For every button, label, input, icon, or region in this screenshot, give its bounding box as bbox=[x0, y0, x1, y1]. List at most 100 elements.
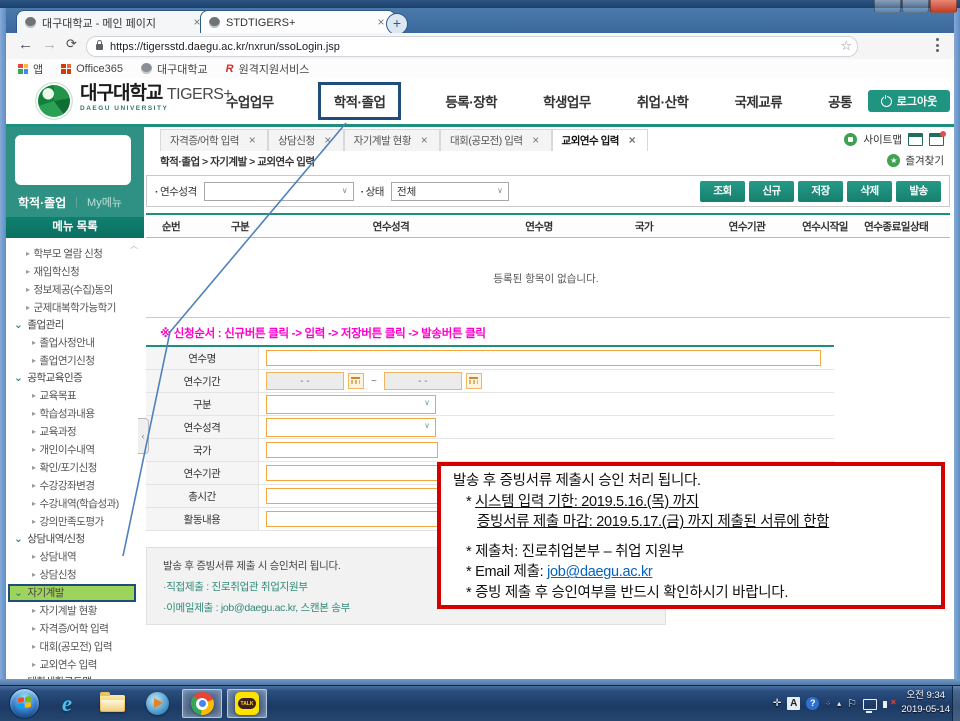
reload-button[interactable]: ⟳ bbox=[66, 36, 77, 52]
sidebar-menu-item[interactable]: 상담내역 bbox=[6, 548, 144, 566]
sidebar-collapse-handle[interactable] bbox=[138, 418, 149, 454]
action-button[interactable]: 조회 bbox=[700, 181, 745, 202]
network-icon[interactable] bbox=[863, 699, 877, 710]
sidebar-menu-item[interactable]: 졸업연기신청 bbox=[6, 352, 144, 370]
sidebar-menu-item[interactable]: 재입학신청 bbox=[6, 263, 144, 281]
file-explorer-icon[interactable] bbox=[92, 689, 132, 718]
sidebar-tab-mymenu[interactable]: My메뉴 bbox=[87, 194, 122, 210]
close-window-button[interactable] bbox=[930, 0, 957, 13]
sidebar-menu-item[interactable]: 개인이수내역 bbox=[6, 441, 144, 459]
category-select[interactable] bbox=[266, 395, 436, 414]
sidebar-menu-item[interactable]: 교육과정 bbox=[6, 423, 144, 441]
training-name-input[interactable] bbox=[266, 350, 821, 366]
workspace-tab[interactable]: 자격증/어학 입력 bbox=[160, 129, 268, 151]
maximize-button[interactable] bbox=[902, 0, 929, 13]
sidebar-menu-item[interactable]: 자기계발 bbox=[8, 584, 136, 602]
sidebar-tab-academic[interactable]: 학적·졸업 bbox=[18, 194, 66, 211]
action-center-flag-icon[interactable]: ⚐ bbox=[847, 697, 857, 710]
favorite-group[interactable]: 즐겨찾기 bbox=[887, 153, 944, 168]
workspace-tab[interactable]: 상담신청 bbox=[268, 129, 344, 151]
bookmark-star-icon[interactable]: ☆ bbox=[840, 38, 852, 54]
status-select[interactable]: 전체 bbox=[391, 182, 509, 201]
sidebar-menu-item[interactable]: 수강강좌변경 bbox=[6, 477, 144, 495]
training-type-form-select[interactable] bbox=[266, 418, 436, 437]
action-button[interactable]: 저장 bbox=[798, 181, 843, 202]
sidebar-menu-item[interactable]: 교육목표 bbox=[6, 387, 144, 405]
logout-button[interactable]: 로그아웃 bbox=[868, 90, 950, 112]
bookmark-daegu-univ[interactable]: 대구대학교 bbox=[141, 61, 208, 77]
sidebar-menu-item[interactable]: 확인/포기신청 bbox=[6, 459, 144, 477]
back-button[interactable]: ← bbox=[18, 36, 33, 53]
close-tab-icon[interactable] bbox=[530, 135, 542, 147]
action-button[interactable]: 발송 bbox=[896, 181, 941, 202]
sidebar-menu-item[interactable]: 대회(공모전) 입력 bbox=[6, 638, 144, 656]
nav-item[interactable]: 공통 bbox=[826, 87, 854, 115]
calendar-icon[interactable] bbox=[348, 373, 364, 389]
tray-overflow-icon[interactable]: ⁘ bbox=[825, 700, 831, 708]
browser-menu-icon[interactable] bbox=[936, 38, 940, 52]
institution-input[interactable] bbox=[266, 465, 438, 481]
volume-muted-icon[interactable] bbox=[883, 698, 896, 709]
sidebar-menu-item[interactable]: 졸업관리 bbox=[6, 317, 144, 334]
sidebar-menu-item[interactable]: 교외연수 입력 bbox=[6, 656, 144, 674]
show-desktop-button[interactable] bbox=[952, 686, 960, 721]
minimize-button[interactable] bbox=[874, 0, 901, 13]
close-tab-icon[interactable] bbox=[246, 135, 258, 147]
sidebar-menu-item[interactable]: 군제대복학가능학기 bbox=[6, 299, 144, 317]
language-indicator-icon[interactable]: ✛ bbox=[773, 698, 781, 709]
show-hidden-icons-icon[interactable]: ▴ bbox=[837, 699, 841, 708]
sidebar-menu-item[interactable]: 자격증/어학 입력 bbox=[6, 620, 144, 638]
close-tab-icon[interactable] bbox=[322, 135, 334, 147]
nav-item[interactable]: 학생업무 bbox=[541, 87, 593, 115]
bookmark-apps[interactable]: 앱 bbox=[18, 61, 43, 77]
sidebar-menu-item[interactable]: 강의만족도평가 bbox=[6, 513, 144, 531]
nav-item[interactable]: 등록·장학 bbox=[443, 87, 499, 115]
media-player-icon[interactable] bbox=[137, 689, 177, 718]
workspace-tab[interactable]: 자기계발 현황 bbox=[344, 129, 440, 151]
browser-tab-daegu-home[interactable]: 대구대학교 - 메인 페이지 bbox=[16, 10, 212, 34]
nav-item[interactable]: 취업·산학 bbox=[635, 87, 691, 115]
bookmark-office365[interactable]: Office365 bbox=[61, 63, 123, 75]
sidebar-menu-item[interactable]: 상담신청 bbox=[6, 566, 144, 584]
start-date-input[interactable] bbox=[266, 372, 344, 390]
sidebar-menu-item[interactable]: 졸업사정안내 bbox=[6, 334, 144, 352]
close-windows-icon[interactable] bbox=[929, 133, 944, 146]
new-tab-button[interactable] bbox=[386, 13, 408, 35]
bookmark-remote-support[interactable]: 원격지원서비스 bbox=[226, 61, 310, 77]
site-logo[interactable]: 대구대학교 TIGERS+ DAEGU UNIVERSITY bbox=[80, 84, 232, 113]
workspace-tab[interactable]: 교외연수 입력 bbox=[552, 129, 648, 151]
action-button[interactable]: 삭제 bbox=[847, 181, 892, 202]
sidebar-menu-item[interactable]: 공학교육인증 bbox=[6, 370, 144, 387]
email-link[interactable]: job@daegu.ac.kr bbox=[547, 564, 652, 580]
kakaotalk-icon[interactable]: TALK bbox=[227, 689, 267, 718]
ime-mode-icon[interactable]: A bbox=[787, 697, 800, 710]
country-input[interactable] bbox=[266, 442, 438, 458]
calendar-icon[interactable] bbox=[466, 373, 482, 389]
sidebar-menu-item[interactable]: 정보제공(수집)동의 bbox=[6, 281, 144, 299]
close-tab-icon[interactable] bbox=[418, 135, 430, 147]
start-button[interactable] bbox=[9, 688, 40, 719]
sidebar-menu-item[interactable]: 수강내역(학습성과) bbox=[6, 495, 144, 513]
sitemap-label[interactable]: 사이트맵 bbox=[863, 132, 902, 147]
sidebar-menu-item[interactable]: 학부모 열람 신청 bbox=[6, 245, 144, 263]
nav-item[interactable]: 국제교류 bbox=[732, 87, 784, 115]
help-tray-icon[interactable]: ? bbox=[806, 697, 819, 710]
end-date-input[interactable] bbox=[384, 372, 462, 390]
popup-window-icon[interactable] bbox=[908, 133, 923, 146]
internet-explorer-icon[interactable]: e bbox=[47, 689, 87, 718]
browser-tab-stdtigers[interactable]: STDTIGERS+ bbox=[200, 10, 396, 34]
address-bar[interactable]: https://tigersstd.daegu.ac.kr/nxrun/ssoL… bbox=[86, 36, 858, 57]
workspace-tab[interactable]: 대회(공모전) 입력 bbox=[440, 129, 552, 151]
chrome-icon[interactable] bbox=[182, 689, 222, 718]
action-button[interactable]: 신규 bbox=[749, 181, 794, 202]
nav-item[interactable]: 학적·졸업 bbox=[318, 82, 402, 120]
training-type-select[interactable] bbox=[204, 182, 354, 201]
sidebar-menu-item[interactable]: 자기계발 현황 bbox=[6, 602, 144, 620]
window-controls[interactable] bbox=[873, 0, 957, 13]
taskbar-clock[interactable]: 오전 9:34 2019-05-14 bbox=[901, 689, 950, 717]
sidebar-menu-item[interactable]: 상담내역/신청 bbox=[6, 531, 144, 548]
close-tab-icon[interactable] bbox=[626, 135, 638, 147]
nav-item[interactable]: 수업업무 bbox=[224, 87, 276, 115]
sidebar-menu-item[interactable]: 학습성과내용 bbox=[6, 405, 144, 423]
forward-button[interactable]: → bbox=[42, 36, 57, 53]
